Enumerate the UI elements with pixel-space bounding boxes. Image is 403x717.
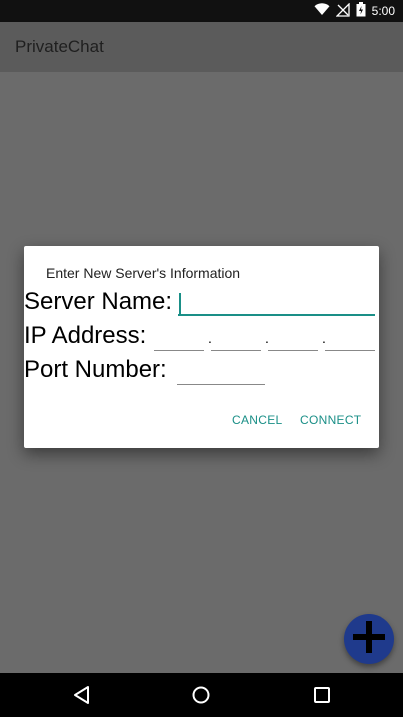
navigation-bar	[0, 673, 403, 717]
text-cursor	[179, 293, 181, 315]
port-number-label: Port Number:	[24, 356, 167, 383]
wifi-icon	[314, 3, 330, 19]
back-icon[interactable]	[71, 684, 93, 706]
port-number-input[interactable]	[177, 362, 265, 385]
status-bar: 5:00	[0, 0, 403, 22]
ip-octet-1-input[interactable]	[154, 328, 204, 351]
status-time: 5:00	[371, 4, 395, 18]
recents-icon[interactable]	[311, 684, 333, 706]
ip-octet-3-input[interactable]	[268, 328, 318, 351]
cancel-button[interactable]: CANCEL	[232, 413, 282, 427]
ip-octet-2-input[interactable]	[211, 328, 261, 351]
add-server-fab[interactable]	[344, 614, 394, 664]
app-title: PrivateChat	[15, 37, 104, 56]
server-name-input[interactable]	[178, 292, 375, 316]
battery-icon	[356, 2, 366, 20]
no-signal-icon	[335, 1, 350, 20]
home-icon[interactable]	[190, 684, 212, 706]
ip-address-label: IP Address:	[24, 322, 147, 349]
app-bar: PrivateChat	[0, 22, 403, 72]
server-name-label: Server Name:	[24, 288, 173, 315]
dialog-title: Enter New Server's Information	[46, 265, 241, 281]
plus-icon	[349, 617, 389, 662]
ip-octet-4-input[interactable]	[325, 328, 375, 351]
connect-button[interactable]: CONNECT	[300, 413, 361, 427]
server-info-dialog: Enter New Server's Information Server Na…	[24, 246, 379, 448]
